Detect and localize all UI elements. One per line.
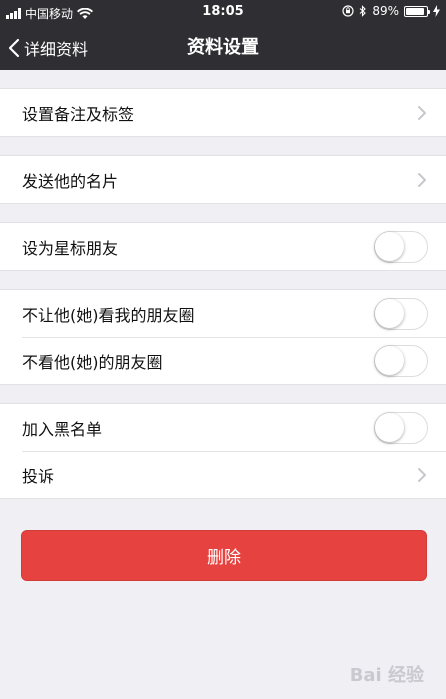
chevron-right-icon	[418, 105, 426, 120]
blacklist-toggle[interactable]	[374, 411, 428, 444]
chevron-right-icon	[418, 467, 426, 482]
group-star: 设为星标朋友	[0, 222, 446, 271]
row-set-remark[interactable]: 设置备注及标签	[0, 89, 446, 136]
row-hide-their-moments: 不看他(她)的朋友圈	[0, 337, 446, 384]
battery-icon	[404, 5, 430, 17]
bluetooth-icon	[359, 5, 367, 17]
group-blacklist: 加入黑名单 投诉	[0, 403, 446, 499]
page-title: 资料设置	[187, 37, 259, 58]
status-bar: 中国移动 18:05 89%	[0, 0, 446, 26]
row-hide-my-moments: 不让他(她)看我的朋友圈	[0, 290, 446, 337]
group-card: 发送他的名片	[0, 155, 446, 204]
star-friend-toggle[interactable]	[374, 230, 428, 263]
row-label: 设置备注及标签	[22, 104, 135, 124]
row-blacklist: 加入黑名单	[0, 404, 446, 451]
group-remark: 设置备注及标签	[0, 88, 446, 137]
navigation-bar: 详细资料 资料设置	[0, 26, 446, 70]
row-label: 加入黑名单	[22, 419, 103, 439]
toggle-knob	[375, 298, 404, 328]
status-right: 89%	[342, 4, 440, 18]
watermark: Bai 经验	[350, 661, 424, 687]
row-complain[interactable]: 投诉	[0, 451, 446, 498]
row-send-card[interactable]: 发送他的名片	[0, 156, 446, 203]
row-label: 发送他的名片	[22, 171, 119, 191]
toggle-knob	[375, 231, 404, 261]
hide-their-moments-toggle[interactable]	[374, 344, 428, 377]
group-moments: 不让他(她)看我的朋友圈 不看他(她)的朋友圈	[0, 289, 446, 385]
row-label: 设为星标朋友	[22, 238, 119, 258]
charging-icon	[433, 5, 440, 17]
delete-button[interactable]: 删除	[21, 530, 427, 581]
row-label: 不让他(她)看我的朋友圈	[22, 305, 195, 325]
toggle-knob	[375, 345, 404, 375]
battery-fill	[406, 7, 424, 15]
toggle-knob	[375, 412, 404, 442]
row-label: 投诉	[22, 466, 55, 486]
row-star-friend: 设为星标朋友	[0, 223, 446, 270]
lock-rotation-icon	[342, 5, 354, 17]
chevron-right-icon	[418, 172, 426, 187]
watermark-text: Bai 经验	[349, 665, 424, 686]
settings-list: 设置备注及标签 发送他的名片 设为星标朋友 不让他(她)看我的朋友圈 不看他(她…	[0, 70, 446, 499]
row-label: 不看他(她)的朋友圈	[22, 352, 163, 372]
battery-percent: 89%	[372, 4, 399, 18]
hide-my-moments-toggle[interactable]	[374, 297, 428, 330]
